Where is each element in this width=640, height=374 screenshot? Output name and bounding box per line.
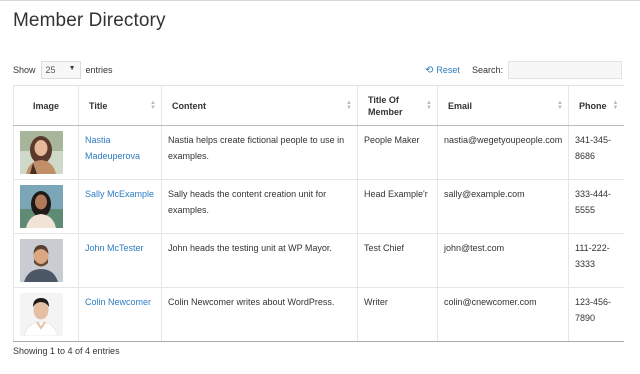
sort-icon: ▲ ▼ [426, 100, 432, 111]
name-cell: John McTester [78, 233, 162, 288]
column-header-label: Title [89, 100, 108, 111]
member-title-cell: Writer [357, 287, 438, 342]
sort-icon: ▲ ▼ [557, 100, 563, 111]
member-name-link[interactable]: Sally McExample [85, 189, 154, 199]
table-info: Showing 1 to 4 of 4 entries [13, 346, 120, 356]
entries-label: entries [85, 65, 113, 75]
email-cell: john@test.com [437, 233, 569, 288]
sort-icon: ▲ ▼ [612, 100, 619, 111]
page-length-wrapper: 25 ▼ [36, 61, 86, 79]
column-header-email[interactable]: Email ▲ ▼ [437, 85, 569, 126]
avatar-cell [13, 287, 79, 342]
member-name-link[interactable]: Nastia Madeuperova [85, 135, 140, 161]
woman-portrait-avatar [20, 185, 63, 228]
column-header-label: Content [172, 100, 206, 111]
column-header-label: Image [32, 100, 59, 111]
header-row: Image Title ▲ ▼ Content ▲ ▼ Title Of Member ▲… [13, 85, 624, 126]
page-length-control: Show 25 ▼ entries [13, 60, 113, 80]
member-title-cell: Test Chief [357, 233, 438, 288]
sort-icon: ▲ ▼ [150, 100, 156, 111]
phone-cell: 123-456-7890 [568, 287, 624, 342]
undo-icon: ⟲ [425, 64, 434, 76]
column-header-title[interactable]: Title ▲ ▼ [78, 85, 162, 126]
email-cell: sally@example.com [437, 179, 569, 234]
page-length-select[interactable]: 25 [40, 61, 81, 79]
search-control: Search: [472, 60, 623, 80]
man-portrait-avatar [20, 293, 63, 336]
search-input[interactable] [508, 61, 623, 79]
content-cell: Sally heads the content creation unit fo… [161, 179, 358, 234]
column-header-label: Email [448, 100, 473, 111]
content-cell: John heads the testing unit at WP Mayor. [161, 233, 358, 288]
name-cell: Sally McExample [78, 179, 162, 234]
avatar-cell [13, 233, 79, 288]
column-header-label: Phone [579, 100, 607, 111]
table-row: Colin Newcomer Colin Newcomer writes abo… [13, 287, 624, 342]
phone-cell: 341-345-8686 [568, 125, 624, 180]
member-name-link[interactable]: Colin Newcomer [85, 297, 151, 307]
show-label: Show [13, 65, 36, 75]
name-cell: Nastia Madeuperova [78, 125, 162, 180]
avatar-cell [13, 179, 79, 234]
member-title-cell: Head Example'r [357, 179, 438, 234]
column-header-title-of-member[interactable]: Title Of Member ▲ ▼ [357, 85, 438, 126]
top-divider [0, 0, 640, 1]
table-row: John McTester John heads the testing uni… [13, 233, 624, 288]
phone-cell: 333-444-5555 [568, 179, 624, 234]
column-header-label: Title Of Member [368, 94, 403, 117]
email-cell: nastia@wegetyoupeople.com [437, 125, 569, 180]
search-label: Search: [472, 65, 504, 75]
man-portrait-avatar [20, 239, 63, 282]
member-table: Image Title ▲ ▼ Content ▲ ▼ Title Of Member ▲… [13, 85, 624, 342]
table-row: Nastia Madeuperova Nastia helps create f… [13, 125, 624, 180]
reset-label: Reset [436, 65, 460, 75]
content-cell: Nastia helps create fictional people to … [161, 125, 358, 180]
avatar-cell [13, 125, 79, 180]
email-cell: colin@cnewcomer.com [437, 287, 569, 342]
woman-portrait-avatar [20, 131, 63, 174]
page-title: Member Directory [13, 10, 166, 31]
phone-cell: 111-222-3333 [568, 233, 624, 288]
sort-icon: ▲ ▼ [346, 100, 352, 111]
content-cell: Colin Newcomer writes about WordPress. [161, 287, 358, 342]
member-title-cell: People Maker [357, 125, 438, 180]
table-row: Sally McExample Sally heads the content … [13, 179, 624, 234]
column-header-image: Image [13, 85, 79, 126]
column-header-content[interactable]: Content ▲ ▼ [161, 85, 358, 126]
column-header-phone[interactable]: Phone ▲ ▼ [568, 85, 624, 126]
table-controls: Show 25 ▼ entries ⟲ Reset Search: [13, 60, 623, 80]
name-cell: Colin Newcomer [78, 287, 162, 342]
member-name-link[interactable]: John McTester [85, 243, 144, 253]
reset-button[interactable]: ⟲ Reset [425, 60, 460, 80]
